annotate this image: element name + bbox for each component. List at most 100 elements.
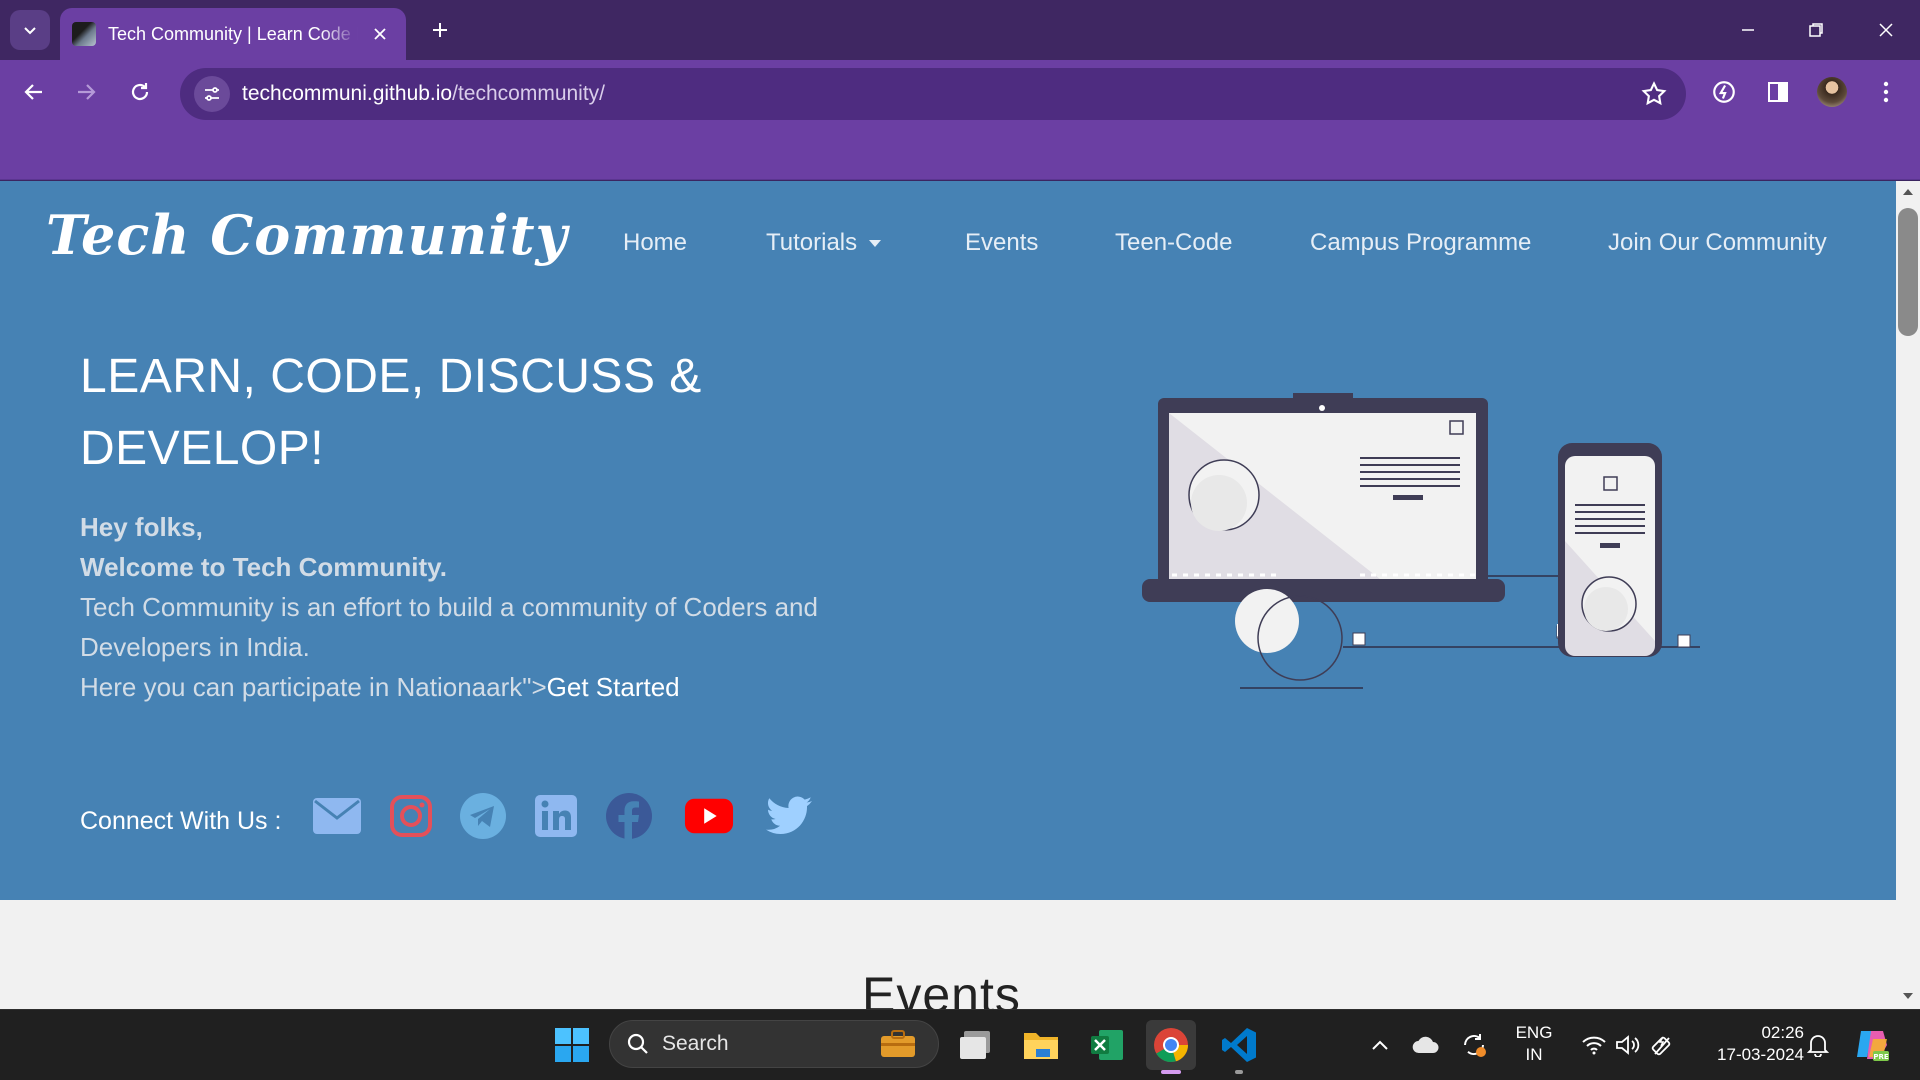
- facebook-link[interactable]: [604, 791, 654, 841]
- svg-text:PRE: PRE: [1873, 1053, 1889, 1061]
- participate-text: Here you can participate in Nationaark">: [80, 672, 547, 702]
- chrome-icon: [1154, 1028, 1189, 1063]
- bookmarks-bar: [0, 122, 1920, 180]
- copilot-button[interactable]: PRE: [1848, 1020, 1896, 1070]
- arrow-right-icon: [78, 84, 96, 100]
- region-code: IN: [1525, 1045, 1543, 1064]
- scroll-up-icon: [1903, 189, 1913, 195]
- running-app-indicator: [1235, 1070, 1243, 1074]
- scrollbar-thumb[interactable]: [1898, 208, 1918, 336]
- show-hidden-icons-button[interactable]: [1360, 1020, 1400, 1070]
- chevron-down-icon: [24, 27, 36, 35]
- excel-button[interactable]: [1082, 1020, 1132, 1070]
- twitter-link[interactable]: [764, 791, 814, 841]
- site-info-button[interactable]: [194, 76, 230, 112]
- taskbar-search[interactable]: Search: [609, 1020, 939, 1068]
- plus-icon: [433, 23, 447, 37]
- tab-search-button[interactable]: [10, 10, 50, 50]
- copilot-icon: PRE: [1857, 1031, 1889, 1061]
- minimize-button[interactable]: [1724, 10, 1772, 50]
- star-icon: [1641, 81, 1667, 106]
- language-code: ENG: [1515, 1023, 1553, 1042]
- restore-button[interactable]: [1792, 10, 1840, 50]
- email-icon: [313, 798, 361, 834]
- windows-taskbar: Search ENG IN 02:26 17-03-2024 PRE: [0, 1009, 1920, 1080]
- close-icon: [374, 28, 386, 40]
- address-bar[interactable]: techcommuni.github.io/techcommunity/: [180, 68, 1686, 120]
- instagram-link[interactable]: [386, 791, 436, 841]
- tune-icon: [205, 87, 219, 101]
- participate-line: Here you can participate in Nationaark">…: [80, 667, 940, 707]
- tab-close-button[interactable]: [368, 22, 392, 46]
- facebook-icon: [606, 793, 652, 839]
- forward-button[interactable]: [66, 72, 106, 112]
- tab-title: Tech Community | Learn Code D: [108, 23, 358, 44]
- email-link[interactable]: [312, 791, 362, 841]
- vscode-icon: [1222, 1028, 1256, 1062]
- side-panel-button[interactable]: [1758, 72, 1798, 112]
- active-app-indicator: [1161, 1070, 1181, 1074]
- chrome-button[interactable]: [1146, 1020, 1196, 1074]
- notifications-button[interactable]: [1798, 1020, 1838, 1070]
- task-view-icon: [960, 1031, 990, 1059]
- nav-teen-code[interactable]: Teen-Code: [1115, 229, 1232, 257]
- bookmark-star-button[interactable]: [1640, 80, 1668, 108]
- performance-button[interactable]: [1704, 72, 1744, 112]
- greeting-text: Hey folks,: [80, 512, 203, 542]
- profile-button[interactable]: [1812, 72, 1852, 112]
- vscode-button[interactable]: [1214, 1020, 1264, 1074]
- windows-logo-icon: [555, 1028, 589, 1062]
- more-vertical-icon: [1883, 81, 1889, 103]
- hero-section: Tech Community Home Tutorials Events Tee…: [0, 181, 1896, 900]
- connect-label: Connect With Us :: [80, 807, 282, 835]
- reload-icon: [131, 83, 149, 101]
- search-icon: [627, 1033, 648, 1054]
- instagram-icon: [390, 795, 432, 837]
- minimize-icon: [1742, 29, 1754, 31]
- start-button[interactable]: [547, 1020, 597, 1070]
- browser-toolbar: techcommuni.github.io/techcommunity/: [0, 60, 1920, 122]
- nav-campus-programme[interactable]: Campus Programme: [1310, 229, 1531, 257]
- speedometer-icon: [1713, 81, 1735, 103]
- telegram-link[interactable]: [458, 791, 508, 841]
- linkedin-link[interactable]: [531, 791, 581, 841]
- nav-join-community[interactable]: Join Our Community: [1608, 229, 1827, 257]
- close-window-button[interactable]: [1862, 10, 1910, 50]
- welcome-text: Welcome to Tech Community.: [80, 552, 447, 582]
- file-explorer-button[interactable]: [1016, 1020, 1066, 1070]
- nav-tutorials[interactable]: Tutorials: [766, 229, 882, 257]
- nav-home[interactable]: Home: [623, 229, 687, 257]
- bell-icon: [1807, 1035, 1829, 1057]
- onedrive-button[interactable]: [1406, 1020, 1446, 1070]
- back-button[interactable]: [14, 72, 54, 112]
- task-view-button[interactable]: [951, 1020, 1001, 1070]
- caret-down-icon: [869, 240, 882, 248]
- battery-button[interactable]: [1642, 1020, 1682, 1070]
- clock[interactable]: 02:26 17-03-2024: [1694, 1022, 1804, 1066]
- close-icon: [1879, 23, 1893, 37]
- new-tab-button[interactable]: [424, 14, 456, 46]
- get-started-link[interactable]: Get Started: [547, 672, 680, 702]
- browser-menu-button[interactable]: [1866, 72, 1906, 112]
- youtube-icon: [684, 798, 734, 834]
- excel-icon: [1091, 1030, 1123, 1060]
- folder-icon: [1024, 1033, 1058, 1059]
- reload-button[interactable]: [120, 72, 160, 112]
- sync-status-button[interactable]: [1454, 1020, 1494, 1070]
- scroll-down-icon: [1903, 993, 1913, 999]
- youtube-link[interactable]: [684, 791, 734, 841]
- headline-line-2: DEVELOP!: [80, 422, 325, 475]
- active-tab[interactable]: Tech Community | Learn Code D: [60, 8, 406, 60]
- language-indicator[interactable]: ENG IN: [1508, 1022, 1560, 1066]
- url-path: /techcommunity/: [452, 82, 606, 105]
- site-favicon-icon: [72, 22, 96, 46]
- nav-events[interactable]: Events: [965, 229, 1038, 257]
- cloud-icon: [1412, 1036, 1439, 1054]
- events-heading: Events: [862, 967, 1021, 1009]
- side-panel-icon: [1768, 82, 1788, 102]
- telegram-icon: [460, 793, 506, 839]
- wifi-icon: [1582, 1036, 1606, 1055]
- briefcase-icon: [881, 1030, 915, 1057]
- clock-time: 02:26: [1761, 1023, 1804, 1042]
- site-brand-logo[interactable]: Tech Community: [46, 203, 568, 267]
